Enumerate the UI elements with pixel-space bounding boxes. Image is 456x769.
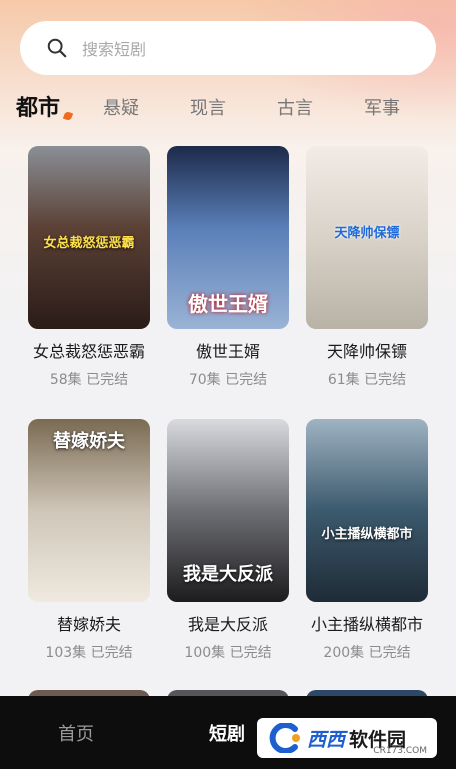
watermark-brand: 西西 <box>307 728 346 751</box>
drama-episodes: 103集 已完结 <box>45 645 133 661</box>
watermark-logo: 西西 软件园 CR173.COM <box>257 718 437 758</box>
poster-caption: 替嫁娇夫 <box>53 431 125 452</box>
drama-title: 女总裁怒惩恶霸 <box>32 342 145 361</box>
drama-episodes: 58集 已完结 <box>49 372 129 388</box>
tab-guyan[interactable]: 古言 <box>277 94 313 120</box>
drama-title: 替嫁娇夫 <box>56 615 121 634</box>
nav-shorts[interactable]: 短剧 <box>209 720 245 746</box>
cr173-logo-icon <box>269 723 300 753</box>
drama-card[interactable]: 天降帅保镖 天降帅保镖 61集 已完结 <box>306 146 428 389</box>
poster-caption: 傲世王婿 <box>188 292 268 316</box>
drama-episodes: 61集 已完结 <box>327 372 407 388</box>
drama-title: 傲世王婿 <box>195 342 260 361</box>
drama-episodes: 70集 已完结 <box>188 372 268 388</box>
drama-poster[interactable]: 替嫁娇夫 <box>28 419 150 602</box>
watermark-url: CR173.COM <box>373 746 427 756</box>
drama-poster[interactable]: 傲世王婿 <box>167 146 289 329</box>
nav-home[interactable]: 首页 <box>58 720 94 746</box>
drama-poster[interactable]: 我是大反派 <box>167 419 289 602</box>
drama-episodes: 100集 已完结 <box>184 645 272 661</box>
poster-caption: 小主播纵横都市 <box>321 527 413 542</box>
drama-title: 我是大反派 <box>187 615 268 634</box>
search-placeholder: 搜索短剧 <box>82 40 147 59</box>
tab-dushi[interactable]: 都市 <box>16 90 60 122</box>
drama-poster[interactable]: 天降帅保镖 <box>306 146 428 329</box>
drama-card[interactable]: 女总裁怒惩恶霸 女总裁怒惩恶霸 58集 已完结 <box>28 146 150 389</box>
drama-title: 天降帅保镖 <box>326 342 407 361</box>
poster-caption: 女总裁怒惩恶霸 <box>43 236 135 251</box>
drama-poster[interactable]: 女总裁怒惩恶霸 <box>28 146 150 329</box>
search-icon <box>47 38 67 58</box>
drama-card[interactable]: 小主播纵横都市 小主播纵横都市 200集 已完结 <box>306 419 428 662</box>
active-tab-indicator <box>62 110 74 122</box>
search-bar[interactable]: 搜索短剧 <box>20 21 436 75</box>
drama-card[interactable]: 替嫁娇夫 替嫁娇夫 103集 已完结 <box>28 419 150 662</box>
poster-caption: 我是大反派 <box>183 564 273 585</box>
tab-xuanyi[interactable]: 悬疑 <box>103 94 139 120</box>
tab-xianyan[interactable]: 现言 <box>190 94 226 120</box>
category-tabs: 都市 悬疑 现言 古言 军事 <box>0 84 456 128</box>
tab-junshi[interactable]: 军事 <box>364 94 400 120</box>
drama-poster[interactable]: 小主播纵横都市 <box>306 419 428 602</box>
drama-card[interactable]: 我是大反派 我是大反派 100集 已完结 <box>167 419 289 662</box>
drama-episodes: 200集 已完结 <box>323 645 411 661</box>
drama-card[interactable]: 傲世王婿 傲世王婿 70集 已完结 <box>167 146 289 389</box>
poster-caption: 天降帅保镖 <box>334 226 400 241</box>
drama-title: 小主播纵横都市 <box>310 615 423 634</box>
